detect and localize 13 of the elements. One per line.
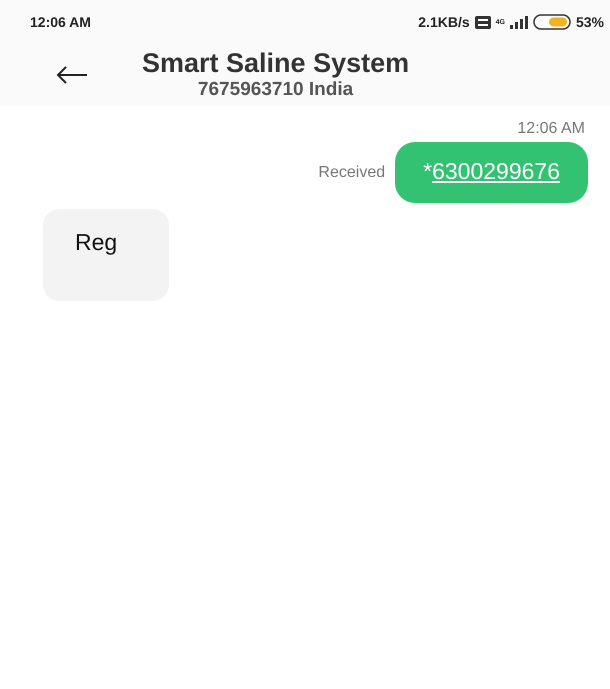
sent-message-bubble: *6300299676: [395, 142, 588, 203]
network-speed: 2.1KB/s: [418, 14, 470, 30]
battery-percent: 53%: [576, 14, 604, 30]
contact-name: Smart Saline System: [142, 48, 410, 78]
delivery-status: Received: [318, 164, 386, 182]
signal-icon: [510, 16, 528, 28]
clock-time: 12:06 AM: [30, 14, 91, 30]
battery-icon: [532, 14, 571, 30]
contact-number: 7675963710 India: [198, 78, 354, 102]
volte-icon: [474, 16, 491, 28]
phone-link[interactable]: 6300299676: [432, 158, 560, 184]
received-message-bubble: Reg: [43, 209, 169, 301]
message-time: 12:06 AM: [517, 120, 585, 138]
